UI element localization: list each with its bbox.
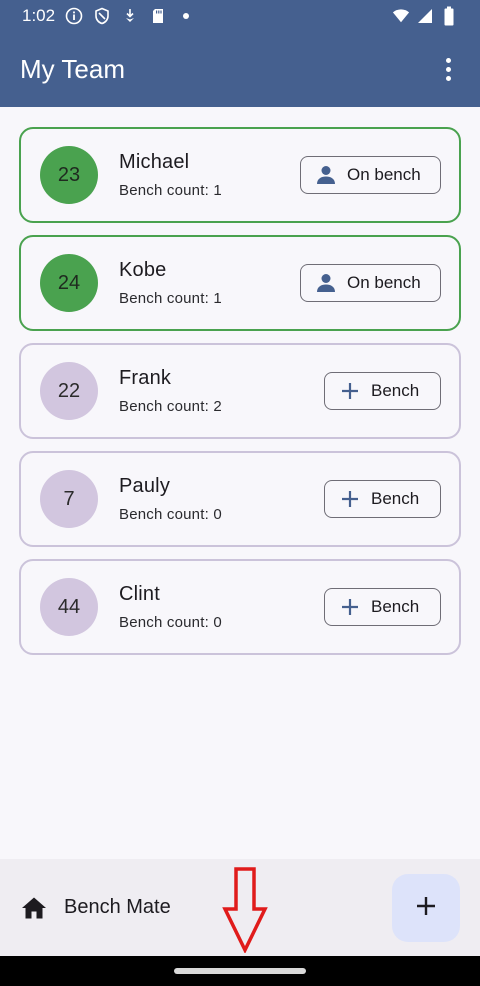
jersey-number-avatar: 24 bbox=[40, 254, 98, 312]
bench-button-label: Bench bbox=[371, 381, 420, 400]
player-card[interactable]: 23 Michael Bench count: 1 On bench bbox=[19, 127, 461, 223]
shield-icon bbox=[93, 7, 111, 25]
navigation-bar bbox=[0, 956, 480, 986]
bench-button-label: On bench bbox=[347, 273, 421, 292]
more-vert-icon[interactable] bbox=[436, 50, 460, 90]
dot-icon bbox=[177, 7, 195, 25]
add-player-button[interactable] bbox=[392, 874, 460, 942]
player-info: Clint Bench count: 0 bbox=[119, 583, 222, 631]
player-info: Michael Bench count: 1 bbox=[119, 151, 222, 199]
app-bar: My Team bbox=[0, 32, 480, 107]
jersey-number-avatar: 7 bbox=[40, 470, 98, 528]
player-name: Frank bbox=[119, 367, 172, 389]
player-name: Pauly bbox=[119, 475, 171, 497]
status-time: 1:02 bbox=[22, 6, 56, 25]
bench-count: Bench count: 1 bbox=[119, 290, 222, 307]
wifi-icon bbox=[392, 7, 410, 25]
bench-button-label: Bench bbox=[371, 489, 420, 508]
bench-count: Bench count: 0 bbox=[119, 506, 222, 523]
bench-button[interactable]: Bench bbox=[324, 588, 441, 626]
player-info: Frank Bench count: 2 bbox=[119, 367, 222, 415]
plus-icon bbox=[339, 596, 361, 618]
red-down-arrow-annotation bbox=[222, 867, 268, 953]
bench-button-label: Bench bbox=[371, 597, 420, 616]
bench-button[interactable]: Bench bbox=[324, 480, 441, 518]
bottom-bar-label: Bench Mate bbox=[64, 896, 171, 918]
player-card[interactable]: 7 Pauly Bench count: 0 Bench bbox=[19, 451, 461, 547]
player-card[interactable]: 44 Clint Bench count: 0 Bench bbox=[19, 559, 461, 655]
jersey-number-avatar: 44 bbox=[40, 578, 98, 636]
person-icon bbox=[315, 164, 337, 186]
on-bench-button[interactable]: On bench bbox=[300, 156, 441, 194]
bench-button[interactable]: Bench bbox=[324, 372, 441, 410]
plus-icon bbox=[339, 380, 361, 402]
home-icon[interactable] bbox=[20, 894, 48, 922]
player-name: Michael bbox=[119, 151, 190, 173]
person-icon bbox=[315, 272, 337, 294]
bench-count: Bench count: 2 bbox=[119, 398, 222, 415]
signal-icon bbox=[416, 7, 434, 25]
player-info: Pauly Bench count: 0 bbox=[119, 475, 222, 523]
info-icon bbox=[65, 7, 83, 25]
player-card[interactable]: 22 Frank Bench count: 2 Bench bbox=[19, 343, 461, 439]
on-bench-button[interactable]: On bench bbox=[300, 264, 441, 302]
jersey-number-avatar: 23 bbox=[40, 146, 98, 204]
screen: 1:02 My Team 23 Michael Bench count: 1 O… bbox=[0, 0, 480, 986]
bench-count: Bench count: 0 bbox=[119, 614, 222, 631]
bench-count: Bench count: 1 bbox=[119, 182, 222, 199]
download-icon bbox=[121, 7, 139, 25]
plus-icon bbox=[339, 488, 361, 510]
player-card[interactable]: 24 Kobe Bench count: 1 On bench bbox=[19, 235, 461, 331]
jersey-number-avatar: 22 bbox=[40, 362, 98, 420]
player-name: Clint bbox=[119, 583, 161, 605]
page-title: My Team bbox=[20, 54, 125, 84]
plus-icon bbox=[415, 895, 437, 922]
home-gesture-handle[interactable] bbox=[174, 968, 306, 974]
bench-button-label: On bench bbox=[347, 165, 421, 184]
status-bar: 1:02 bbox=[0, 0, 480, 32]
player-info: Kobe Bench count: 1 bbox=[119, 259, 222, 307]
player-list: 23 Michael Bench count: 1 On bench 24 Kobe Ben… bbox=[19, 127, 461, 655]
sd-card-icon bbox=[149, 7, 167, 25]
player-name: Kobe bbox=[119, 259, 167, 281]
battery-icon bbox=[440, 6, 458, 26]
